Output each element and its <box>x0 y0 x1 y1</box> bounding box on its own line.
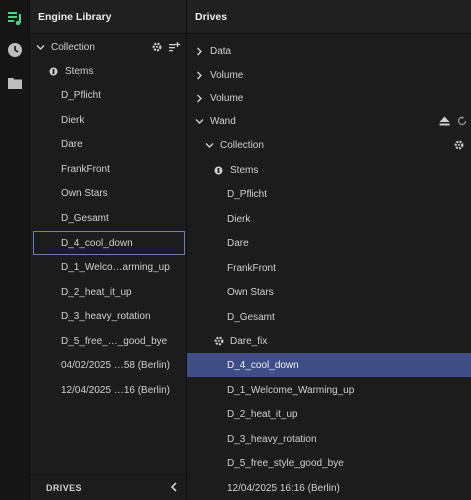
playlist-item[interactable]: Dare <box>227 231 249 255</box>
playlist-item[interactable]: Own Stars <box>61 181 108 205</box>
playlist-item[interactable]: Own Stars <box>227 280 274 304</box>
stems-row[interactable]: Stems <box>48 59 93 83</box>
collection-row[interactable]: Collection <box>36 35 184 59</box>
playlist-item[interactable]: D_Pflicht <box>227 182 267 206</box>
drive-label: Data <box>210 45 232 57</box>
drives-footer[interactable]: DRIVES <box>30 474 186 500</box>
add-playlist-icon[interactable] <box>169 42 180 53</box>
playlist-item[interactable]: D_5_free_style_good_bye <box>227 451 344 475</box>
chevron-left-icon[interactable] <box>170 481 178 494</box>
engine-library-title: Engine Library <box>30 0 186 34</box>
playlist-item[interactable]: D_Gesamt <box>61 206 109 230</box>
gear-icon <box>213 336 224 347</box>
stems-icon <box>213 165 224 176</box>
playlist-item[interactable]: D_1_Welcome_Warming_up <box>227 378 354 402</box>
playlist-item[interactable]: 12/04/2025 16:16 (Berlin) <box>227 476 340 500</box>
playlist-item[interactable]: 04/02/2025 …58 (Berlin) <box>61 353 170 377</box>
gear-icon[interactable] <box>151 42 162 53</box>
engine-library-panel: Engine Library Collection Stems D_Pflich… <box>30 0 187 500</box>
playlist-item[interactable]: Dierk <box>227 207 250 231</box>
dare-fix-row[interactable]: Dare_fix <box>213 329 267 353</box>
drives-footer-label: DRIVES <box>46 482 82 493</box>
chevron-right-icon[interactable] <box>195 94 204 103</box>
playlist-item-selected[interactable]: D_4_cool_down <box>33 231 185 255</box>
playlist-item[interactable]: D_5_free_…_good_bye <box>61 329 167 353</box>
chevron-right-icon[interactable] <box>195 71 204 80</box>
playlist-icon[interactable] <box>5 8 24 27</box>
playlist-item[interactable]: D_2_heat_it_up <box>227 402 298 426</box>
playlist-item[interactable]: D_Gesamt <box>227 305 275 329</box>
playlist-item[interactable]: Dierk <box>61 108 84 132</box>
drive-row-volume[interactable]: Volume <box>195 86 243 110</box>
chevron-down-icon[interactable] <box>205 141 214 150</box>
playlist-item[interactable]: 12/04/2025 …16 (Berlin) <box>61 378 170 402</box>
history-clock-icon[interactable] <box>5 40 24 59</box>
chevron-down-icon[interactable] <box>195 117 204 126</box>
drive-row-wand[interactable]: Wand <box>195 109 471 133</box>
dare-fix-label: Dare_fix <box>230 335 268 347</box>
drive-label: Volume <box>210 69 244 81</box>
playlist-item[interactable]: D_Pflicht <box>61 83 101 107</box>
drive-label: Wand <box>210 115 236 127</box>
drives-title: Drives <box>187 0 471 34</box>
playlist-item[interactable]: D_3_heavy_rotation <box>227 427 317 451</box>
gear-icon[interactable] <box>453 140 464 151</box>
stems-icon <box>48 66 59 77</box>
collection-label: Collection <box>220 139 264 151</box>
refresh-icon[interactable] <box>456 116 467 127</box>
playlist-item-selected[interactable]: D_4_cool_down <box>187 353 471 377</box>
collection-label: Collection <box>51 41 95 53</box>
playlist-item[interactable]: FrankFront <box>227 256 276 280</box>
nav-rail <box>0 0 30 500</box>
chevron-right-icon[interactable] <box>195 47 204 56</box>
playlist-item[interactable]: D_1_Welco…arming_up <box>61 255 170 279</box>
eject-icon[interactable] <box>439 116 450 127</box>
drive-row-data[interactable]: Data <box>195 39 231 63</box>
drive-label: Volume <box>210 92 244 104</box>
drives-panel: Drives Data Volume Volume Wand Collectio… <box>187 0 471 500</box>
collection-row[interactable]: Collection <box>205 133 471 157</box>
stems-label: Stems <box>230 164 259 176</box>
chevron-down-icon[interactable] <box>36 43 45 52</box>
playlist-item[interactable]: Dare <box>61 132 83 156</box>
stems-label: Stems <box>65 65 94 77</box>
playlist-item[interactable]: FrankFront <box>61 157 110 181</box>
drive-row-volume[interactable]: Volume <box>195 63 243 87</box>
folder-icon[interactable] <box>5 73 24 92</box>
playlist-item[interactable]: D_2_heat_it_up <box>61 280 132 304</box>
playlist-item[interactable]: D_3_heavy_rotation <box>61 304 151 328</box>
stems-row[interactable]: Stems <box>213 158 258 182</box>
